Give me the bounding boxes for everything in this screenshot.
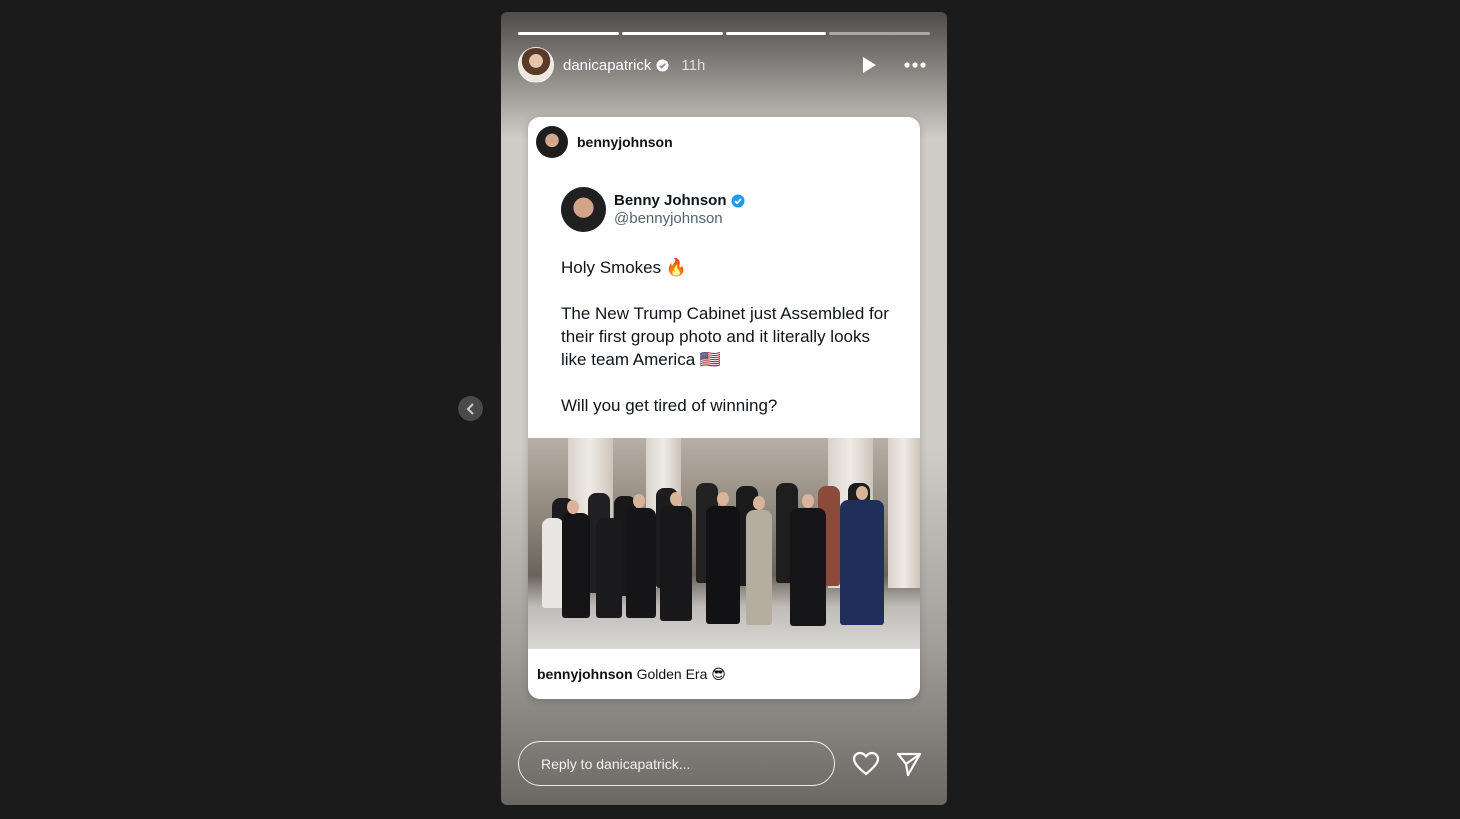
previous-story-button[interactable]	[458, 396, 483, 421]
reply-input[interactable]: Reply to danicapatrick...	[518, 741, 835, 786]
post-caption: bennyjohnson Golden Era 😎	[537, 666, 726, 683]
avatar	[561, 187, 606, 232]
tweet-body: Holy Smokes 🔥 The New Trump Cabinet just…	[561, 256, 900, 417]
group-photo	[528, 438, 920, 649]
caption-text: Golden Era 😎	[636, 666, 726, 682]
story-username[interactable]: danicapatrick	[563, 57, 651, 74]
chevron-left-icon	[466, 402, 474, 415]
tweet-author-name-text: Benny Johnson	[614, 192, 727, 209]
progress-segment	[518, 32, 619, 35]
tweet-line: Will you get tired of winning?	[561, 396, 778, 415]
heart-icon[interactable]	[852, 750, 880, 778]
more-icon[interactable]	[903, 55, 927, 75]
progress-segment	[621, 32, 723, 35]
caption-username[interactable]: bennyjohnson	[537, 666, 633, 682]
shared-post-card[interactable]: bennyjohnson Benny Johnson @bennyjohnson	[528, 117, 920, 699]
post-header: bennyjohnson	[536, 126, 673, 158]
verified-badge-icon	[731, 194, 745, 207]
reply-placeholder: Reply to danicapatrick...	[541, 755, 691, 772]
story-progress-bar	[518, 32, 930, 35]
embedded-tweet: Benny Johnson @bennyjohnson Holy Smokes …	[561, 187, 900, 440]
post-username[interactable]: bennyjohnson	[577, 134, 673, 150]
send-icon[interactable]	[895, 750, 923, 778]
progress-segment	[725, 32, 827, 35]
avatar[interactable]	[518, 47, 554, 83]
tweet-line: Holy Smokes 🔥	[561, 258, 688, 277]
progress-segment	[829, 32, 930, 35]
story-header: danicapatrick 11h	[518, 47, 927, 83]
play-icon[interactable]	[859, 55, 879, 75]
verified-badge-icon	[656, 58, 669, 72]
avatar[interactable]	[536, 126, 568, 158]
story-viewer: danicapatrick 11h bennyjohnson Benny Joh…	[501, 12, 947, 805]
tweet-author-handle: @bennyjohnson	[614, 210, 723, 227]
tweet-line: The New Trump Cabinet just Assembled for…	[561, 304, 889, 369]
tweet-author-name: Benny Johnson	[614, 192, 745, 209]
story-time: 11h	[681, 56, 706, 74]
